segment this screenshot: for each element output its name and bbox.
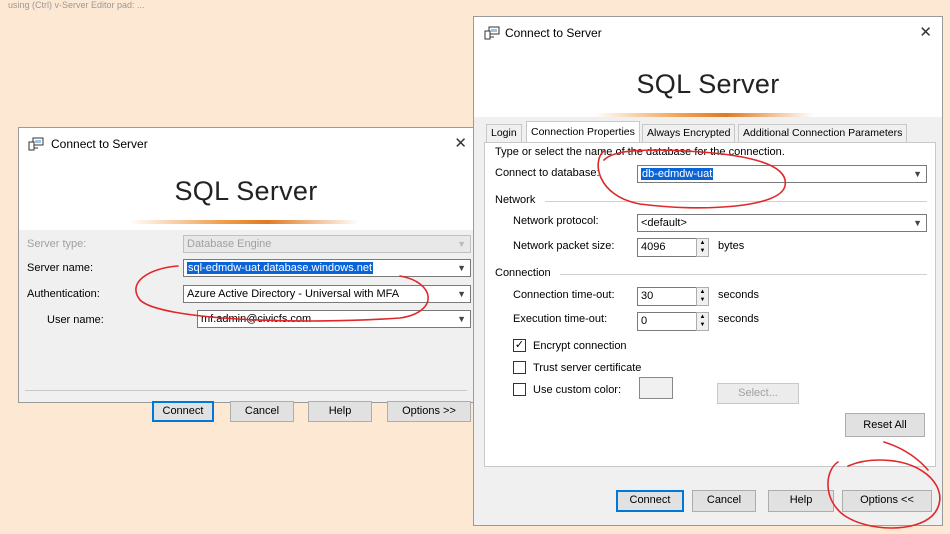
dialog-title: Connect to Server	[51, 137, 148, 151]
product-banner: SQL Server	[19, 160, 473, 230]
server-name-combo[interactable]: sql-edmdw-uat.database.windows.net ▼	[183, 259, 471, 277]
exec-unit: seconds	[718, 313, 759, 325]
custom-color-checkbox[interactable]	[513, 383, 526, 396]
divider	[25, 390, 467, 391]
tab-strip: Login Connection Properties Always Encry…	[486, 121, 936, 144]
chevron-down-icon[interactable]: ▼	[457, 286, 466, 302]
group-rule	[560, 274, 927, 275]
server-icon	[484, 26, 500, 43]
connect-dialog-login: Connect to Server ✕ SQL Server Server ty…	[18, 127, 474, 422]
connect-dialog-properties: Connect to Server ✕ SQL Server Login Con…	[473, 16, 943, 526]
user-name-combo[interactable]: mf.admin@civicfs.com ▼	[197, 310, 471, 328]
chevron-down-icon[interactable]: ▼	[457, 311, 466, 327]
close-icon[interactable]: ✕	[919, 23, 932, 41]
spin-arrows-icon[interactable]: ▲ ▼	[696, 312, 709, 331]
spin-arrows-icon[interactable]: ▲ ▼	[696, 238, 709, 257]
chevron-down-icon[interactable]: ▼	[913, 215, 922, 231]
server-type-value: Database Engine	[187, 238, 272, 250]
custom-color-label: Use custom color:	[533, 384, 622, 396]
instruction-text: Type or select the name of the database …	[495, 146, 785, 158]
tab-login[interactable]: Login	[486, 124, 522, 142]
tab-connection-properties[interactable]: Connection Properties	[526, 121, 640, 142]
user-name-label: User name:	[47, 314, 104, 326]
connect-button[interactable]: Connect	[616, 490, 684, 512]
chevron-down-icon[interactable]: ▼	[913, 166, 922, 182]
help-button[interactable]: Help	[768, 490, 834, 512]
execution-timeout-value: 0	[641, 315, 648, 327]
connection-group-heading: Connection	[495, 267, 551, 279]
connect-button[interactable]: Connect	[152, 401, 214, 422]
spin-arrows-icon[interactable]: ▲ ▼	[696, 287, 709, 306]
encrypt-connection-checkbox[interactable]: ✓	[513, 339, 526, 352]
trust-certificate-checkbox[interactable]	[513, 361, 526, 374]
database-label: Connect to database:	[495, 167, 600, 179]
connection-timeout-value: 30	[641, 290, 654, 302]
server-icon	[28, 137, 44, 154]
options-button[interactable]: Options <<	[842, 490, 932, 512]
title-bar: Connect to Server ✕	[474, 17, 942, 47]
tab-always-encrypted[interactable]: Always Encrypted	[642, 124, 736, 142]
server-type-label: Server type:	[27, 238, 87, 250]
authentication-combo[interactable]: Azure Active Directory - Universal with …	[183, 285, 471, 303]
chevron-down-icon: ▼	[457, 239, 466, 249]
packet-size-value: 4096	[641, 241, 666, 253]
network-group-heading: Network	[495, 194, 536, 206]
color-swatch[interactable]	[639, 377, 673, 399]
trust-certificate-label: Trust server certificate	[533, 362, 642, 374]
banner-swoosh	[594, 113, 814, 117]
authentication-value: Azure Active Directory - Universal with …	[187, 288, 400, 300]
connection-timeout-label: Connection time-out:	[513, 289, 615, 301]
background-caption: using (Ctrl) v-Server Editor pad: ...	[8, 0, 145, 10]
timeout-unit: seconds	[718, 289, 759, 301]
dialog-title: Connect to Server	[505, 26, 602, 40]
options-button[interactable]: Options >>	[387, 401, 471, 422]
help-button[interactable]: Help	[308, 401, 372, 422]
close-icon[interactable]: ✕	[454, 134, 467, 152]
network-protocol-value: <default>	[641, 217, 687, 229]
server-name-label: Server name:	[27, 262, 94, 274]
tab-panel: Type or select the name of the database …	[484, 142, 936, 467]
user-name-value: mf.admin@civicfs.com	[201, 313, 312, 325]
cancel-button[interactable]: Cancel	[230, 401, 294, 422]
packet-size-label: Network packet size:	[513, 240, 615, 252]
product-name: SQL Server	[174, 176, 318, 206]
product-banner: SQL Server	[474, 47, 942, 117]
database-combo[interactable]: db-edmdw-uat ▼	[637, 165, 927, 183]
product-name: SQL Server	[636, 69, 780, 99]
packet-size-input[interactable]: 4096 ▲ ▼	[637, 238, 709, 257]
network-protocol-combo[interactable]: <default> ▼	[637, 214, 927, 232]
server-name-value: sql-edmdw-uat.database.windows.net	[187, 262, 374, 274]
connection-timeout-input[interactable]: 30 ▲ ▼	[637, 287, 709, 306]
packet-unit: bytes	[718, 240, 745, 252]
title-bar: Connect to Server ✕	[19, 128, 473, 160]
execution-timeout-label: Execution time-out:	[513, 313, 608, 325]
execution-timeout-input[interactable]: 0 ▲ ▼	[637, 312, 709, 331]
authentication-label: Authentication:	[27, 288, 100, 300]
reset-all-button[interactable]: Reset All	[845, 413, 925, 437]
chevron-down-icon[interactable]: ▼	[457, 260, 466, 276]
banner-swoosh	[129, 220, 359, 224]
server-type-combo[interactable]: Database Engine ▼	[183, 235, 471, 253]
tab-additional-connection-parameters[interactable]: Additional Connection Parameters	[738, 124, 908, 142]
encrypt-connection-label: Encrypt connection	[533, 340, 627, 352]
network-protocol-label: Network protocol:	[513, 215, 599, 227]
database-value: db-edmdw-uat	[641, 168, 714, 180]
group-rule	[545, 201, 927, 202]
select-color-button[interactable]: Select...	[717, 383, 799, 404]
cancel-button[interactable]: Cancel	[692, 490, 756, 512]
